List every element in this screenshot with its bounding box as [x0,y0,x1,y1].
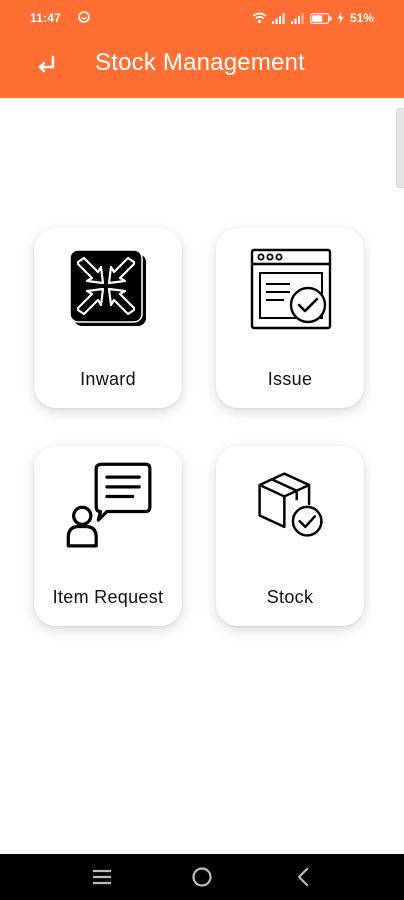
stock-card[interactable]: Stock [216,446,364,626]
status-bar: 11:47 51% [0,0,404,36]
notification-icon [78,11,90,23]
screen: 11:47 51% Stock Management Inward Issue … [0,0,404,900]
system-nav-bar [0,854,404,900]
menu-icon[interactable] [90,865,114,889]
status-time: 11:47 [30,11,62,25]
page-title: Stock Management [95,49,305,76]
item-request-label: Item Request [52,587,164,607]
stock-label: Stock [266,587,314,607]
signal-icon [271,13,285,24]
back-icon[interactable] [292,865,316,889]
scrollbar-thumb[interactable] [396,108,404,188]
inward-card[interactable]: Inward [34,228,182,408]
stock-icon [258,472,323,537]
signal-icon [290,13,304,24]
inward-icon [69,249,146,326]
status-icons: 51% [252,10,374,26]
battery-icon [310,12,332,24]
issue-card[interactable]: Issue [216,228,364,408]
home-icon[interactable] [190,865,214,889]
issue-icon [250,248,332,330]
issue-label: Issue [267,369,313,389]
back-arrow-icon[interactable] [34,52,60,78]
item-request-card[interactable]: Item Request [34,446,182,626]
item-request-icon [66,462,152,548]
charging-icon [337,12,344,24]
app-header: 11:47 51% Stock Management [0,0,404,98]
inward-label: Inward [80,369,136,389]
wifi-icon [252,12,267,24]
battery-percent: 51% [349,11,374,25]
